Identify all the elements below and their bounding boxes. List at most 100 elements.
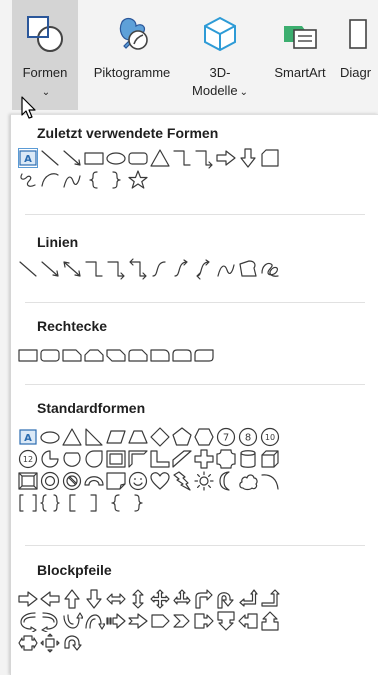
shape-textbox-icon[interactable]: A — [17, 147, 39, 169]
shape-round-two-icon[interactable] — [171, 344, 193, 366]
shape-curved-connector-arrow-icon[interactable] — [171, 258, 193, 280]
shape-diagonal-stripe-icon[interactable] — [171, 448, 193, 470]
shape-star-icon[interactable] — [127, 169, 149, 191]
shape-left-right-arrow-icon[interactable] — [105, 588, 127, 610]
shape-ellipse-icon[interactable] — [39, 426, 61, 448]
shape-block-arc-icon[interactable] — [83, 470, 105, 492]
shape-snip-two-icon[interactable] — [83, 344, 105, 366]
shape-round-one-icon[interactable] — [149, 344, 171, 366]
shape-dodecagon-icon[interactable]: 12 — [17, 448, 39, 470]
shape-brace-pair-icon[interactable] — [39, 492, 61, 514]
shape-sun-icon[interactable] — [193, 470, 215, 492]
shape-curved-up-arrow-icon[interactable] — [61, 610, 83, 632]
shape-quad-arrow-callout-icon[interactable] — [39, 632, 61, 654]
chart-button[interactable]: Diagr — [340, 0, 378, 110]
shape-curved-connector-icon[interactable] — [149, 258, 171, 280]
shape-plaque-icon[interactable] — [215, 448, 237, 470]
smartart-button[interactable]: SmartArt — [262, 0, 338, 110]
shape-curved-right-arrow-icon[interactable] — [17, 610, 39, 632]
shape-left-brace-icon[interactable] — [105, 492, 127, 514]
shape-arc-curve-icon[interactable] — [39, 169, 61, 191]
shape-circular-arrow-icon[interactable] — [61, 632, 83, 654]
shape-right-brace-icon[interactable] — [105, 169, 127, 191]
shape-right-triangle-icon[interactable] — [83, 426, 105, 448]
shape-no-symbol-icon[interactable] — [61, 470, 83, 492]
shape-elbow-arrow-icon[interactable] — [193, 147, 215, 169]
shape-textbox-icon[interactable]: A — [17, 426, 39, 448]
shape-smiley-icon[interactable] — [127, 470, 149, 492]
shape-freeform-icon[interactable] — [17, 169, 39, 191]
shape-rounded-rect-icon[interactable] — [127, 147, 149, 169]
shape-line-arrow-icon[interactable] — [61, 147, 83, 169]
shape-curve-icon[interactable] — [61, 169, 83, 191]
shape-left-bracket-icon[interactable] — [61, 492, 83, 514]
shape-diamond-icon[interactable] — [149, 426, 171, 448]
shape-elbow-arrow-icon[interactable] — [105, 258, 127, 280]
shape-arc-icon[interactable] — [259, 470, 281, 492]
shape-right-arrow-callout-icon[interactable] — [193, 610, 215, 632]
shape-line-icon[interactable] — [39, 147, 61, 169]
shape-elbow-icon[interactable] — [171, 147, 193, 169]
shape-triangle-icon[interactable] — [61, 426, 83, 448]
shape-trapezoid-icon[interactable] — [127, 426, 149, 448]
shape-chevron-icon[interactable] — [171, 610, 193, 632]
shape-double-arrow-line-icon[interactable] — [61, 258, 83, 280]
shape-quad-arrow-icon[interactable] — [149, 588, 171, 610]
3d-models-button[interactable]: 3D- Modelle ⌄ — [186, 0, 254, 110]
shape-u-turn-arrow-icon[interactable] — [215, 588, 237, 610]
shape-pie-icon[interactable] — [39, 448, 61, 470]
shape-heptagon-icon[interactable]: 7 — [215, 426, 237, 448]
shape-line-arrow-icon[interactable] — [39, 258, 61, 280]
shape-right-brace-icon[interactable] — [127, 492, 149, 514]
shape-right-arrow-icon[interactable] — [215, 147, 237, 169]
shapes-button[interactable]: Formen ⌄ — [12, 0, 78, 110]
shape-chord-icon[interactable] — [61, 448, 83, 470]
shape-cross-icon[interactable] — [193, 448, 215, 470]
shape-snip-one-icon[interactable] — [61, 344, 83, 366]
shape-curved-down-arrow-icon[interactable] — [83, 610, 105, 632]
shape-round-snip-icon[interactable] — [127, 344, 149, 366]
shape-freeform-closed-icon[interactable] — [237, 258, 259, 280]
shape-left-up-arrow-icon[interactable] — [237, 588, 259, 610]
shape-can-icon[interactable] — [237, 448, 259, 470]
shape-elbow-double-arrow-icon[interactable] — [127, 258, 149, 280]
shape-rounded-rect-icon[interactable] — [39, 344, 61, 366]
shape-down-arrow-icon[interactable] — [237, 147, 259, 169]
shape-bevel-icon[interactable] — [17, 470, 39, 492]
shape-pentagon-arrow-icon[interactable] — [149, 610, 171, 632]
shape-left-right-arrow-callout-icon[interactable] — [17, 632, 39, 654]
shape-left-brace-icon[interactable] — [83, 169, 105, 191]
shape-rect-icon[interactable] — [17, 344, 39, 366]
shape-heart-icon[interactable] — [149, 470, 171, 492]
shape-curved-left-arrow-icon[interactable] — [39, 610, 61, 632]
shape-right-arrow-icon[interactable] — [17, 588, 39, 610]
shape-down-arrow-callout-icon[interactable] — [215, 610, 237, 632]
shape-donut-icon[interactable] — [39, 470, 61, 492]
shape-flowchart-card-icon[interactable] — [259, 147, 281, 169]
shape-striped-right-arrow-icon[interactable] — [105, 610, 127, 632]
shape-pentagon-icon[interactable] — [171, 426, 193, 448]
shape-half-frame-icon[interactable] — [127, 448, 149, 470]
shape-moon-icon[interactable] — [215, 470, 237, 492]
shape-cube-icon[interactable] — [259, 448, 281, 470]
shape-cloud-icon[interactable] — [237, 470, 259, 492]
shape-up-arrow-icon[interactable] — [61, 588, 83, 610]
icons-button[interactable]: Piktogramme — [80, 0, 184, 110]
shape-rect-icon[interactable] — [83, 147, 105, 169]
shape-triangle-icon[interactable] — [149, 147, 171, 169]
shape-decagon-icon[interactable]: 10 — [259, 426, 281, 448]
shape-up-down-arrow-icon[interactable] — [127, 588, 149, 610]
shape-snip-diagonal-icon[interactable] — [105, 344, 127, 366]
shape-frame-icon[interactable] — [105, 448, 127, 470]
shape-line-icon[interactable] — [17, 258, 39, 280]
shape-l-shape-icon[interactable] — [149, 448, 171, 470]
shape-octagon-icon[interactable]: 8 — [237, 426, 259, 448]
shape-scribble-icon[interactable] — [259, 258, 281, 280]
shape-left-arrow-callout-icon[interactable] — [237, 610, 259, 632]
shape-left-arrow-icon[interactable] — [39, 588, 61, 610]
shape-hexagon-icon[interactable] — [193, 426, 215, 448]
shape-bent-arrow-icon[interactable] — [193, 588, 215, 610]
shape-down-arrow-icon[interactable] — [83, 588, 105, 610]
shape-up-arrow-callout-icon[interactable] — [259, 610, 281, 632]
shape-teardrop-icon[interactable] — [83, 448, 105, 470]
